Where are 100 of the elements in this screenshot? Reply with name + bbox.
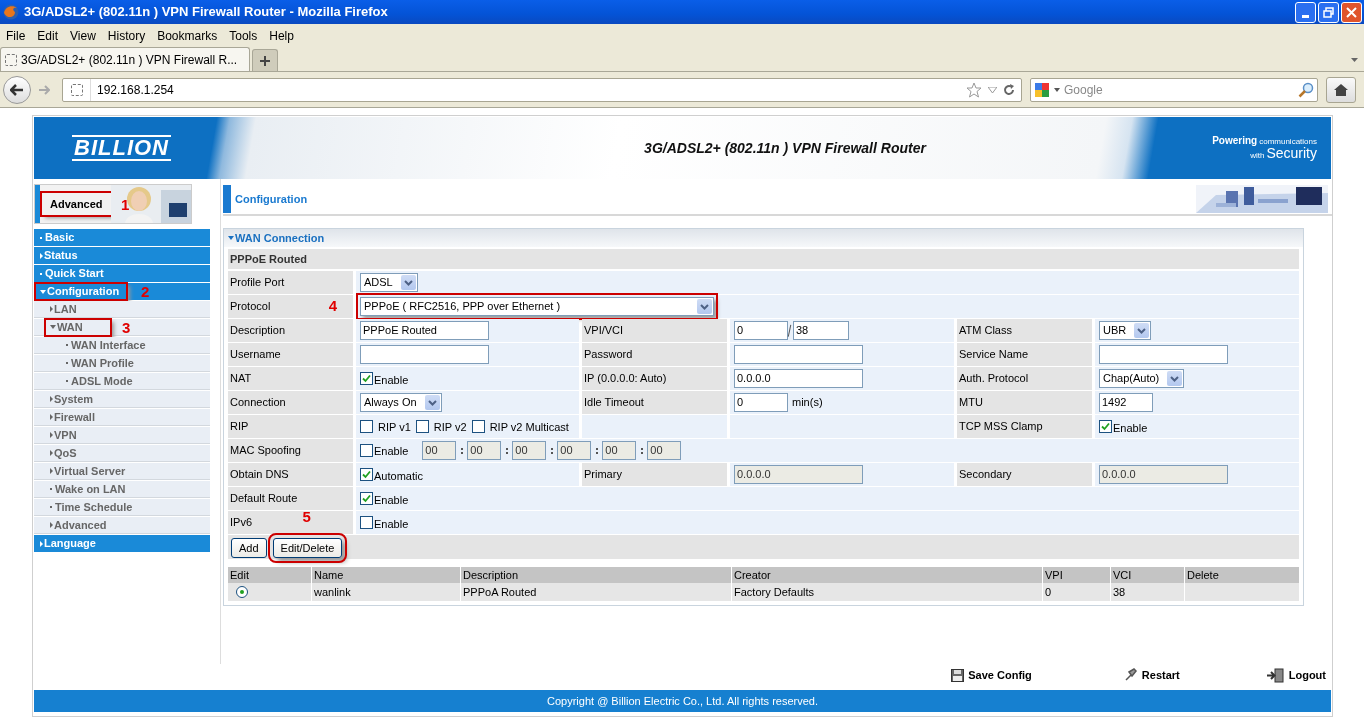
search-input[interactable]: Google: [1064, 80, 1294, 99]
plus-icon: [260, 55, 270, 66]
home-button[interactable]: [1326, 76, 1356, 103]
text-field[interactable]: 1492: [1099, 393, 1153, 412]
menu-item[interactable]: Edit: [31, 26, 65, 45]
sidebar-item[interactable]: ADSL Mode: [34, 373, 210, 390]
sidebar-item[interactable]: Language: [34, 535, 210, 552]
menu-item[interactable]: Help: [263, 26, 300, 45]
text-field[interactable]: [734, 345, 863, 364]
checkbox[interactable]: [360, 420, 373, 433]
checkbox[interactable]: [360, 516, 373, 529]
sidebar-item[interactable]: VPN: [34, 427, 210, 444]
footer-link[interactable]: Restart: [1123, 666, 1180, 684]
text-field[interactable]: PPPoE Routed: [360, 321, 489, 340]
checkbox-label: RIP v2 Multicast: [489, 420, 569, 436]
tagline-text: Security: [1266, 146, 1317, 160]
mode-label[interactable]: Advanced: [42, 193, 111, 215]
minimize-button[interactable]: [1295, 1, 1316, 23]
checkbox-label: Enable: [374, 492, 409, 508]
checkbox[interactable]: [1099, 420, 1112, 433]
text-field[interactable]: 0: [734, 321, 788, 340]
checkbox-label: Enable: [1113, 420, 1148, 436]
search-icon[interactable]: [1298, 81, 1314, 98]
form-button[interactable]: Add: [231, 538, 267, 559]
callout-number: 5: [302, 509, 311, 524]
close-button[interactable]: [1341, 1, 1362, 23]
page-title: Configuration: [235, 191, 308, 207]
column-header: Description: [461, 567, 731, 584]
sidebar-item[interactable]: LAN: [34, 301, 210, 318]
text-field[interactable]: [1099, 345, 1228, 364]
collapsed-arrow-icon: [50, 450, 53, 456]
address-bar[interactable]: 192.168.1.254: [62, 77, 1022, 102]
back-arrow-icon: [10, 83, 24, 96]
footer-link[interactable]: Logout: [1265, 666, 1326, 684]
accent-bar: [35, 185, 40, 223]
minimize-icon: [1302, 14, 1309, 18]
sidebar-item[interactable]: WAN Profile: [34, 355, 210, 372]
sidebar-item[interactable]: Basic: [34, 229, 210, 246]
back-button[interactable]: [3, 75, 31, 104]
checkbox[interactable]: [360, 468, 373, 481]
menu-item[interactable]: View: [64, 26, 102, 45]
menu-item[interactable]: Tools: [223, 26, 264, 45]
field-label: Secondary: [957, 463, 1092, 486]
sidebar-item[interactable]: Status: [34, 247, 210, 264]
text-field[interactable]: [360, 345, 489, 364]
dropdown[interactable]: UBR: [1099, 321, 1152, 340]
collapsed-arrow-icon: [50, 414, 53, 420]
text-field[interactable]: 0.0.0.0: [734, 369, 863, 388]
checkbox[interactable]: [471, 420, 485, 433]
text-field[interactable]: 38: [793, 321, 849, 340]
menu-item[interactable]: History: [101, 26, 152, 45]
tagline-text: Powering: [1212, 136, 1258, 146]
sidebar-item[interactable]: System: [34, 391, 210, 408]
checkbox[interactable]: [360, 372, 373, 385]
field-label: Description: [228, 319, 353, 342]
new-tab-button[interactable]: [252, 49, 278, 71]
field-label: Idle Timeout: [582, 391, 727, 414]
footer-link[interactable]: Save Config: [951, 666, 1032, 684]
expanded-arrow-icon: [50, 325, 56, 329]
text-field[interactable]: 0: [734, 393, 788, 412]
checkbox-label: RIP v1: [378, 420, 411, 436]
sidebar-item[interactable]: Configuration 2: [34, 283, 210, 300]
page-icon: [70, 83, 83, 96]
sidebar-item[interactable]: Firewall: [34, 409, 210, 426]
accent-bar: [223, 185, 231, 213]
sidebar-item[interactable]: Advanced: [34, 517, 210, 534]
sidebar-item[interactable]: WAN 3: [34, 319, 210, 336]
sidebar-item[interactable]: Quick Start: [34, 265, 210, 282]
browser-logo-icon: [3, 4, 19, 20]
dropdown[interactable]: PPPoE ( RFC2516, PPP over Ethernet ): [360, 297, 714, 316]
brand-logo: BILLION: [72, 135, 171, 161]
field-label: Connection: [228, 391, 353, 414]
reload-icon[interactable]: [1003, 83, 1015, 96]
browser-tab[interactable]: 3G/ADSL2+ (802.11n ) VPN Firewall R...: [0, 47, 250, 71]
dropdown[interactable]: ADSL: [360, 273, 418, 292]
menu-item[interactable]: File: [0, 26, 32, 45]
restore-button[interactable]: [1318, 1, 1339, 23]
sidebar-item[interactable]: WAN Interface: [34, 337, 210, 354]
sidebar-item[interactable]: Wake on LAN: [34, 481, 210, 498]
dropdown[interactable]: Chap(Auto): [1099, 369, 1185, 388]
search-field[interactable]: Google: [1030, 77, 1318, 102]
expanded-arrow-icon: [40, 289, 46, 294]
dropdown-arrow-icon[interactable]: [988, 86, 997, 93]
collapsed-arrow-icon: [50, 306, 53, 312]
collapsed-arrow-icon: [50, 396, 53, 402]
table-cell: wanlink: [312, 583, 460, 601]
star-icon[interactable]: [966, 81, 982, 98]
sidebar-item[interactable]: Time Schedule: [34, 499, 210, 516]
collapsed-arrow-icon: [40, 540, 43, 547]
sidebar-item[interactable]: Virtual Server: [34, 463, 210, 480]
dropdown[interactable]: Always On: [360, 393, 442, 412]
close-icon: [1346, 6, 1357, 18]
menu-item[interactable]: Bookmarks: [151, 26, 224, 45]
checkbox[interactable]: [360, 492, 373, 505]
copyright-bar: Copyright @ Billion Electric Co., Ltd. All rights reserved.: [34, 690, 1331, 712]
checkbox[interactable]: [415, 420, 429, 433]
expanded-arrow-icon[interactable]: [228, 235, 234, 241]
table-cell: PPPoA Routed: [461, 583, 731, 601]
radio-button[interactable]: [236, 586, 248, 598]
sidebar-item[interactable]: QoS: [34, 445, 210, 462]
